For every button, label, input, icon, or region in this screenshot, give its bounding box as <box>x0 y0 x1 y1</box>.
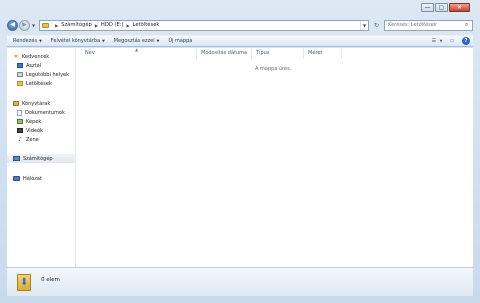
library-icon <box>13 101 19 106</box>
caption-buttons: — ▢ ✕ <box>421 3 470 13</box>
search-icon[interactable]: ⌕ <box>465 21 468 29</box>
chevron-down-icon: ▼ <box>39 39 42 43</box>
column-divider[interactable] <box>341 48 342 59</box>
address-dropdown-icon[interactable]: ▼ <box>360 20 368 30</box>
minimize-button[interactable]: — <box>421 3 434 12</box>
breadcrumb-downloads[interactable]: Letöltések <box>133 22 160 28</box>
chevron-down-icon: ▼ <box>156 39 160 43</box>
pictures-icon <box>17 119 23 124</box>
search-input[interactable] <box>388 22 464 28</box>
new-folder-button[interactable]: Új mappa <box>168 38 192 44</box>
preview-pane-icon[interactable]: ▭ <box>447 37 457 45</box>
forward-arrow-icon: ▶ <box>22 21 27 28</box>
computer-group: Számítógép <box>7 154 76 163</box>
music-icon: ♪ <box>18 135 22 143</box>
nav-item-downloads[interactable]: Letöltések <box>7 79 76 88</box>
folder-icon <box>42 22 50 28</box>
sort-indicator-icon: ▲ <box>135 47 139 52</box>
breadcrumb: ▶ Számítógép ▶ HDD (E:) ▶ Letöltések <box>52 22 159 28</box>
item-count: 0 elem <box>41 277 60 283</box>
nav-item-documents[interactable]: Dokumentumok <box>7 108 76 117</box>
nav-item-pictures[interactable]: Képek <box>7 117 76 126</box>
column-name[interactable]: Név <box>85 50 95 56</box>
breadcrumb-separator-icon[interactable]: ▶ <box>95 23 98 28</box>
downloads-folder-icon <box>17 81 23 86</box>
nav-favorites[interactable]: ★ Kedvencek <box>7 52 76 61</box>
network-group: Hálózat <box>7 174 76 183</box>
chevron-down-icon: ▼ <box>102 39 105 43</box>
content-area: ★ Kedvencek Asztal Legutóbbi helyek Letö… <box>7 47 473 267</box>
recent-places-icon <box>17 72 23 77</box>
view-options-icon[interactable]: ☰ <box>429 37 439 45</box>
column-divider[interactable] <box>251 48 252 59</box>
breadcrumb-separator-icon[interactable]: ▶ <box>55 23 58 28</box>
chevron-down-icon[interactable]: ▼ <box>439 37 443 45</box>
close-button[interactable]: ✕ <box>449 3 470 12</box>
explorer-window: — ▢ ✕ ◀ ▶ ▼ ▶ Számítógép ▶ HDD (E:) ▶ Le… <box>0 0 480 303</box>
refresh-button[interactable]: ↻ <box>371 20 382 31</box>
breadcrumb-separator-icon[interactable]: ▶ <box>127 23 130 28</box>
desktop-icon <box>17 63 23 68</box>
nav-item-recent-places[interactable]: Legutóbbi helyek <box>7 70 76 79</box>
nav-network[interactable]: Hálózat <box>7 174 76 183</box>
documents-icon <box>17 109 22 116</box>
file-list[interactable]: ▲ Név Módosítás dátuma Típus Méret A map… <box>77 47 473 267</box>
breadcrumb-hdd[interactable]: HDD (E:) <box>101 22 124 28</box>
back-button[interactable]: ◀ <box>7 19 18 31</box>
address-row: ◀ ▶ ▼ ▶ Számítógép ▶ HDD (E:) ▶ Letöltés… <box>7 18 473 32</box>
maximize-button[interactable]: ▢ <box>435 3 448 12</box>
network-icon <box>13 176 20 181</box>
videos-icon <box>17 128 23 133</box>
share-with-button[interactable]: Megosztás ezzel ▼ <box>114 38 160 44</box>
back-arrow-icon: ◀ <box>10 21 15 28</box>
empty-folder-message: A mappa üres. <box>255 66 292 72</box>
column-divider[interactable] <box>196 48 197 59</box>
nav-item-videos[interactable]: Videók <box>7 126 76 135</box>
nav-item-desktop[interactable]: Asztal <box>7 61 76 70</box>
breadcrumb-computer[interactable]: Számítógép <box>61 22 92 28</box>
nav-item-music[interactable]: ♪ Zene <box>7 135 76 144</box>
column-size[interactable]: Méret <box>308 50 322 56</box>
download-arrow-icon: ⬇ <box>20 277 29 288</box>
computer-icon <box>13 156 20 161</box>
organize-button[interactable]: Rendezés ▼ <box>13 38 42 44</box>
column-headers: ▲ Név Módosítás dátuma Típus Méret <box>77 47 473 59</box>
column-divider[interactable] <box>303 48 304 59</box>
search-box[interactable]: ⌕ <box>384 19 473 31</box>
command-bar: Rendezés ▼ Felvétel könyvtárba ▼ Megosztás… <box>7 35 473 47</box>
column-date-modified[interactable]: Módosítás dátuma <box>201 50 247 56</box>
nav-libraries[interactable]: Könyvtárak <box>7 99 76 108</box>
forward-button[interactable]: ▶ <box>19 19 30 31</box>
help-icon[interactable]: ? <box>462 37 470 45</box>
star-icon: ★ <box>13 52 19 60</box>
column-type[interactable]: Típus <box>256 50 269 56</box>
address-bar[interactable]: ▶ Számítógép ▶ HDD (E:) ▶ Letöltések ▼ <box>39 19 369 31</box>
favorites-group: ★ Kedvencek Asztal Legutóbbi helyek Letö… <box>7 52 76 88</box>
nav-computer[interactable]: Számítógép <box>7 154 76 163</box>
navigation-pane: ★ Kedvencek Asztal Legutóbbi helyek Letö… <box>7 48 76 267</box>
details-pane: ⬇ 0 elem <box>7 267 473 296</box>
refresh-icon: ↻ <box>373 21 380 29</box>
add-to-library-button[interactable]: Felvétel könyvtárba ▼ <box>51 38 105 44</box>
libraries-group: Könyvtárak Dokumentumok Képek Videók ♪ Z… <box>7 99 76 144</box>
recent-pages-dropdown[interactable]: ▼ <box>32 23 35 28</box>
